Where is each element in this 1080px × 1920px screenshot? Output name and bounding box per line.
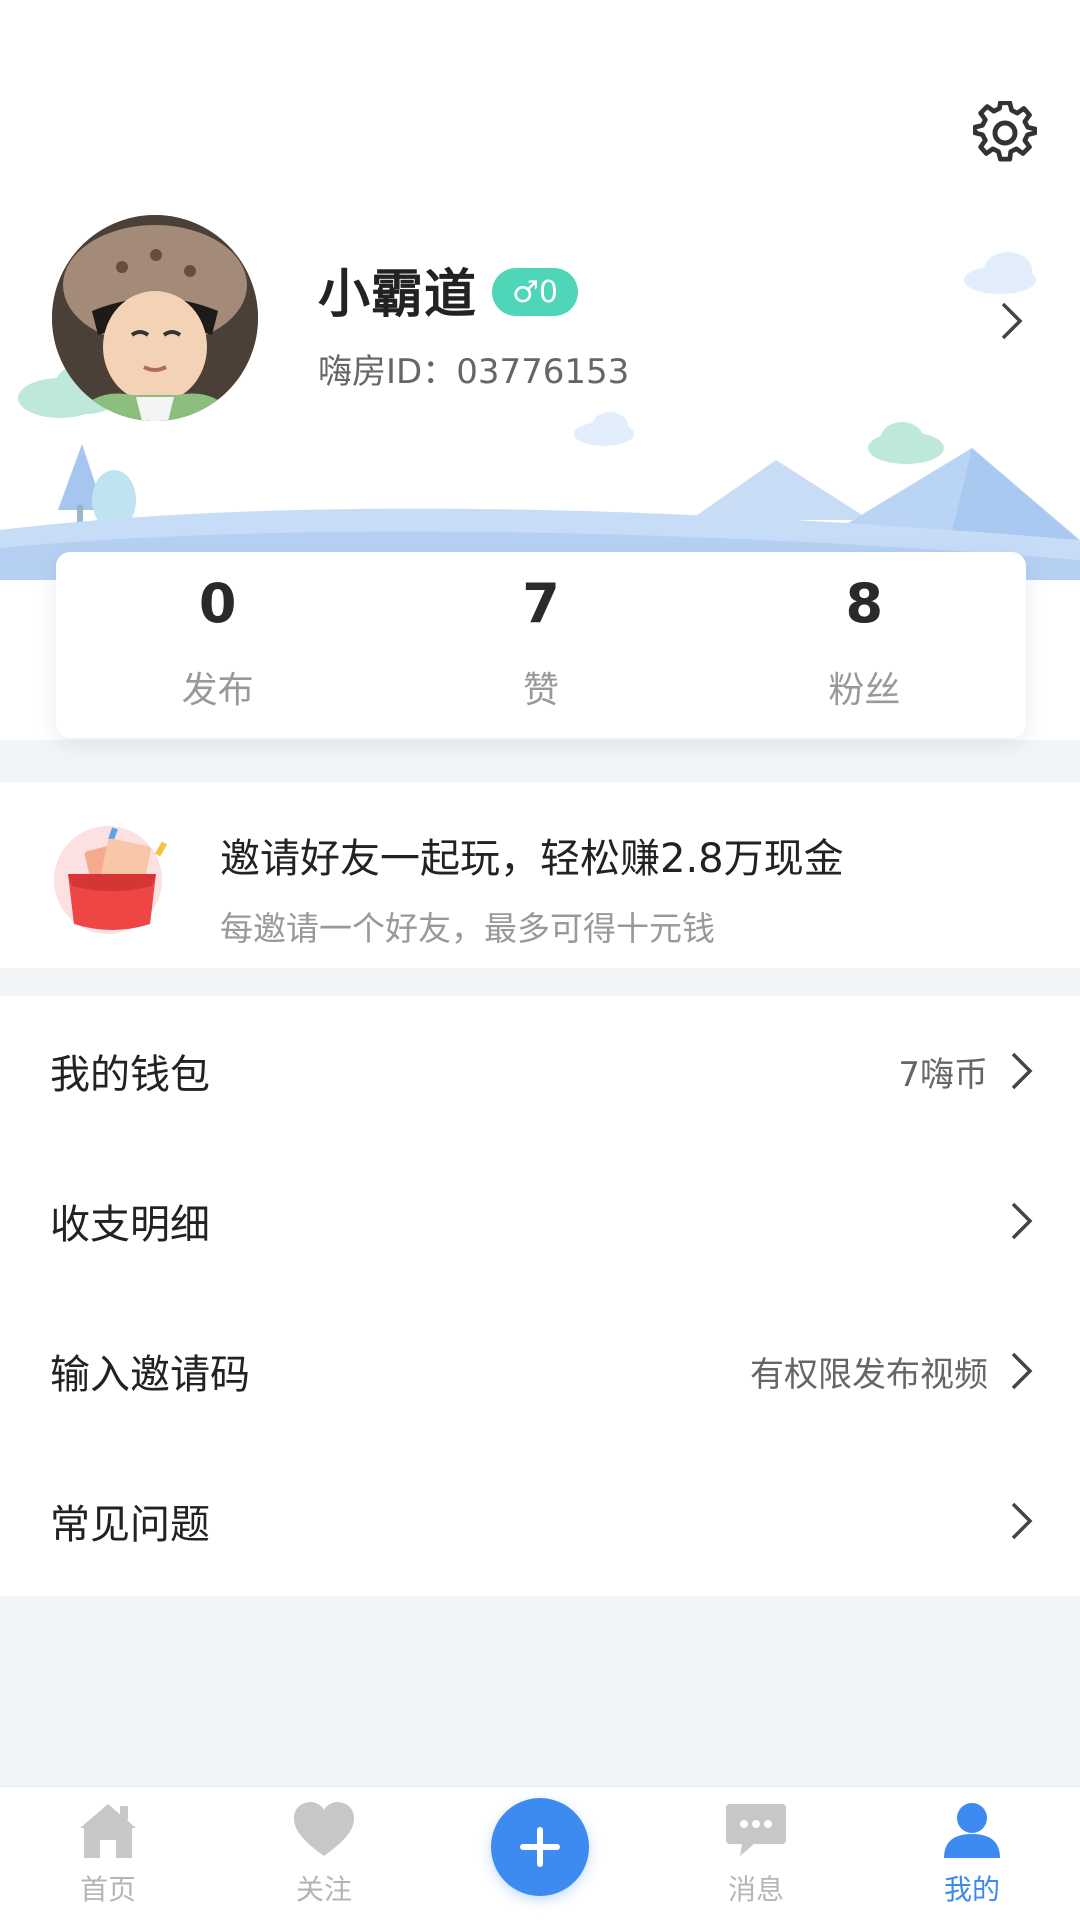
tab-mine[interactable]: 我的 <box>864 1787 1080 1920</box>
tab-follow[interactable]: 关注 <box>216 1787 432 1920</box>
user-icon <box>944 1803 1000 1858</box>
tab-label: 首页 <box>79 1873 136 1906</box>
invite-subtitle: 每邀请一个好友，最多可得十元钱 <box>220 909 715 948</box>
menu-item-label: 收支明细 <box>50 1202 210 1248</box>
settings-button[interactable] <box>968 96 1042 170</box>
menu-item-label: 我的钱包 <box>50 1052 210 1098</box>
stat-label: 发布 <box>181 670 254 711</box>
gender-badge: ♂0 <box>492 268 578 316</box>
invite-banner[interactable]: 邀请好友一起玩，轻松赚2.8万现金 每邀请一个好友，最多可得十元钱 <box>0 782 1080 968</box>
gear-icon <box>973 101 1037 162</box>
tab-label: 关注 <box>295 1873 352 1906</box>
chevron-right-icon <box>1001 302 1023 340</box>
menu-item-value: 有权限发布视频 <box>750 1354 988 1395</box>
menu-item-faq[interactable]: 常见问题 <box>0 1446 1080 1596</box>
menu-item-label: 常见问题 <box>50 1502 210 1548</box>
chevron-right-icon <box>1011 1352 1033 1390</box>
chevron-right-icon <box>1011 1202 1033 1240</box>
tab-label: 我的 <box>943 1873 1000 1906</box>
chevron-right-icon <box>1011 1502 1033 1540</box>
menu-item-value: 7嗨币 <box>898 1054 988 1095</box>
message-icon <box>726 1804 786 1856</box>
stat-label: 粉丝 <box>828 670 901 711</box>
stat-value: 7 <box>522 572 560 635</box>
stat-value: 8 <box>845 572 884 635</box>
stat-value: 0 <box>198 572 237 635</box>
invite-title: 邀请好友一起玩，轻松赚2.8万现金 <box>220 836 844 882</box>
username: 小霸道 <box>318 265 478 325</box>
home-icon <box>80 1804 136 1858</box>
avatar[interactable] <box>52 215 258 421</box>
avatar-image <box>52 215 258 421</box>
menu-item-wallet[interactable]: 我的钱包 7嗨币 <box>0 996 1080 1146</box>
menu-item-transactions[interactable]: 收支明细 <box>0 1146 1080 1296</box>
chevron-right-icon <box>1011 1052 1033 1090</box>
stat-label: 赞 <box>522 670 559 711</box>
publish-button[interactable] <box>491 1798 589 1896</box>
tab-home[interactable]: 首页 <box>0 1787 216 1920</box>
menu-list: 我的钱包 7嗨币 收支明细 输入邀请码 有权限发布视频 常见问题 <box>0 996 1080 1596</box>
heart-icon <box>294 1802 354 1856</box>
stat-likes[interactable]: 7 赞 <box>379 552 702 738</box>
stat-followers[interactable]: 8 粉丝 <box>703 552 1026 738</box>
menu-item-label: 输入邀请码 <box>50 1352 250 1398</box>
tab-label: 消息 <box>727 1873 784 1906</box>
stats-card: 0 发布 7 赞 8 粉丝 <box>56 552 1026 738</box>
red-envelope-icon <box>54 826 168 934</box>
profile-detail-button[interactable] <box>992 296 1032 346</box>
tab-messages[interactable]: 消息 <box>648 1787 864 1920</box>
user-id: 嗨房ID：03776153 <box>318 352 630 392</box>
plus-icon <box>520 1827 560 1867</box>
stat-posts[interactable]: 0 发布 <box>56 552 379 738</box>
menu-item-invite-code[interactable]: 输入邀请码 有权限发布视频 <box>0 1296 1080 1446</box>
